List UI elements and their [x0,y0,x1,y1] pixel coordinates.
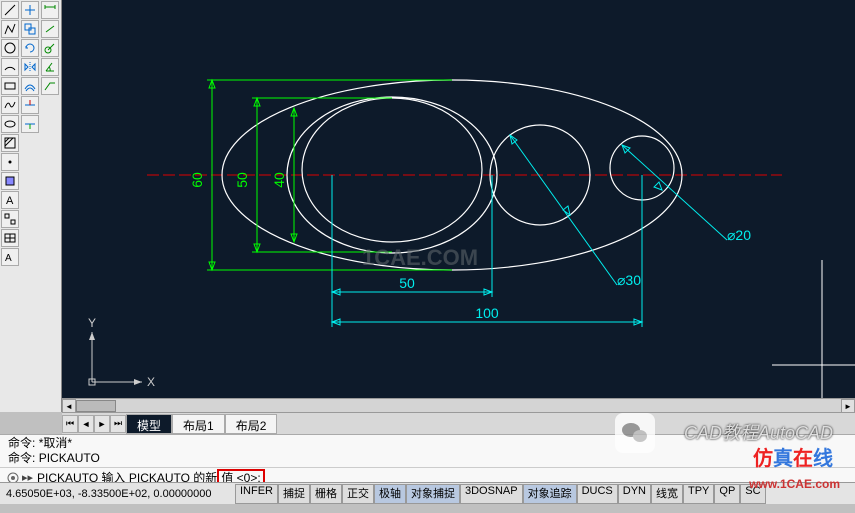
left-toolbars: A A [0,0,62,412]
cmd-label: 命令: [8,451,35,465]
status-lwt[interactable]: 线宽 [651,484,683,504]
watermark-url: www.1CAE.com [749,477,840,491]
insert-tool[interactable] [1,210,19,228]
svg-text:⌀20: ⌀20 [727,227,751,243]
dim-radius-tool[interactable] [41,39,59,57]
modify-toolbar [20,0,40,412]
extend-tool[interactable] [21,115,39,133]
rectangle-tool[interactable] [1,77,19,95]
dim-toolbar [40,0,60,412]
status-osnap[interactable]: 对象捕捉 [406,484,460,504]
scroll-thumb[interactable] [76,400,116,412]
status-ortho[interactable]: 正交 [342,484,374,504]
cmd-label: 命令: [8,436,35,450]
status-toggles: INFER 捕捉 栅格 正交 极轴 对象捕捉 3DOSNAP 对象追踪 DUCS… [235,484,766,504]
wechat-icon [615,413,655,453]
inner-ellipse-2 [302,98,482,242]
drawing-canvas[interactable]: 60 50 40 50 100 [62,0,855,412]
arc-tool[interactable] [1,58,19,76]
offset-tool[interactable] [21,77,39,95]
dim-aligned-tool[interactable] [41,20,59,38]
ucs-icon: X Y [88,316,155,389]
svg-text:50: 50 [399,275,415,291]
hatch-tool[interactable] [1,134,19,152]
cmd-hist-1: *取消* [39,436,72,450]
ellipse-tool[interactable] [1,115,19,133]
status-ducs[interactable]: DUCS [577,484,618,504]
text-tool[interactable]: A [1,191,19,209]
point-tool[interactable] [1,153,19,171]
polyline-tool[interactable] [1,20,19,38]
scroll-right-btn[interactable]: ► [841,399,855,413]
svg-text:X: X [147,375,155,389]
svg-text:⌀30: ⌀30 [617,272,641,288]
status-coords: 4.65050E+03, -8.33500E+02, 0.00000000 [0,488,235,500]
svg-text:A: A [5,253,12,264]
svg-text:50: 50 [234,172,250,188]
scroll-left-btn[interactable]: ◄ [62,399,76,413]
leader-tool[interactable] [41,77,59,95]
status-infer[interactable]: INFER [235,484,278,504]
status-snap[interactable]: 捕捉 [278,484,310,504]
tab-layout2[interactable]: 布局2 [225,414,278,434]
dim-angle-tool[interactable] [41,58,59,76]
svg-text:A: A [6,195,14,207]
line-tool[interactable] [1,1,19,19]
canvas-scrollbar-h[interactable]: ◄ ► [62,398,855,412]
status-tpy[interactable]: TPY [683,484,714,504]
draw-toolbar: A A [0,0,20,412]
dim-linear-tool[interactable] [41,1,59,19]
status-bar: 4.65050E+03, -8.33500E+02, 0.00000000 IN… [0,482,855,504]
tab-first-btn[interactable]: ⏮ [62,415,78,433]
mtext-tool[interactable]: A [1,248,19,266]
trim-tool[interactable] [21,96,39,114]
svg-text:100: 100 [475,305,499,321]
tab-layout1[interactable]: 布局1 [172,414,225,434]
svg-text:Y: Y [88,316,96,330]
move-tool[interactable] [21,1,39,19]
table-tool[interactable] [1,229,19,247]
tab-model[interactable]: 模型 [126,414,172,434]
svg-text:40: 40 [271,172,287,188]
status-qp[interactable]: QP [714,484,740,504]
svg-text:60: 60 [189,172,205,188]
tab-last-btn[interactable]: ⏭ [110,415,126,433]
tab-next-btn[interactable]: ► [94,415,110,433]
tab-prev-btn[interactable]: ◄ [78,415,94,433]
drawing-svg: 60 50 40 50 100 [62,0,855,412]
status-grid[interactable]: 栅格 [310,484,342,504]
copy-tool[interactable] [21,20,39,38]
mirror-tool[interactable] [21,58,39,76]
watermark-brand: 仿真在线 [753,442,833,471]
cmd-hist-2: PICKAUTO [39,451,100,465]
rotate-tool[interactable] [21,39,39,57]
region-tool[interactable] [1,172,19,190]
status-dyn[interactable]: DYN [618,484,651,504]
spline-tool[interactable] [1,96,19,114]
status-3dosnap[interactable]: 3DOSNAP [460,484,523,504]
circle-tool[interactable] [1,39,19,57]
canvas-watermark: 1CAE.COM [362,245,478,270]
status-otrack[interactable]: 对象追踪 [523,484,577,504]
dim-d30: ⌀30 [510,135,641,288]
status-polar[interactable]: 极轴 [374,484,406,504]
